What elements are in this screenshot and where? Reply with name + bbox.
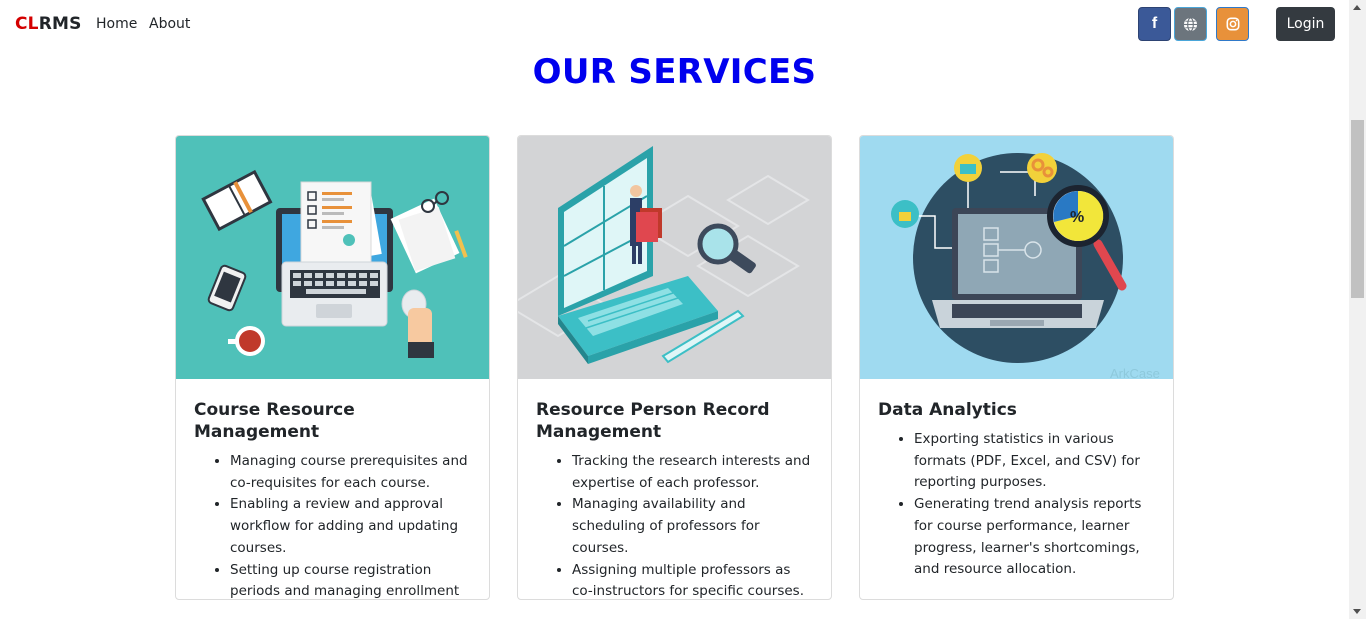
globe-icon bbox=[1183, 16, 1198, 32]
list-item: Assigning multiple professors as co-inst… bbox=[572, 560, 813, 599]
login-button[interactable]: Login bbox=[1276, 7, 1335, 41]
scroll-down-arrow-icon[interactable] bbox=[1353, 609, 1361, 614]
card-title: Course Resource Management bbox=[194, 400, 355, 442]
list-item: Managing course prerequisites and co-req… bbox=[230, 451, 471, 494]
facebook-icon: f bbox=[1151, 15, 1158, 32]
website-button[interactable] bbox=[1174, 7, 1207, 41]
list-item: Managing availability and scheduling of … bbox=[572, 494, 813, 559]
card-feature-list: Tracking the research interests and expe… bbox=[536, 451, 813, 599]
list-item: Setting up course registration periods a… bbox=[230, 560, 471, 599]
list-item: Enabling a review and approval workflow … bbox=[230, 494, 471, 559]
resource-person-illustration bbox=[518, 136, 831, 379]
list-item: Generating trend analysis reports for co… bbox=[914, 494, 1155, 581]
scroll-up-arrow-icon[interactable] bbox=[1353, 5, 1361, 10]
card-title: Data Analytics bbox=[878, 400, 1017, 420]
scroll-thumb[interactable] bbox=[1351, 120, 1364, 298]
nav-home-link[interactable]: Home bbox=[96, 16, 137, 32]
data-analytics-illustration: % ArkCase bbox=[860, 136, 1173, 379]
list-item: Exporting statistics in various formats … bbox=[914, 429, 1155, 494]
nav-about-link[interactable]: About bbox=[149, 16, 190, 32]
brand-logo[interactable]: CLRMS bbox=[15, 14, 82, 34]
brand-rms: RMS bbox=[38, 14, 82, 34]
service-card-data-analytics: % ArkCase Data Analytics Exporting stati… bbox=[859, 135, 1174, 600]
instagram-icon bbox=[1226, 17, 1239, 31]
section-title: OUR SERVICES bbox=[532, 52, 817, 92]
page-scrollbar[interactable] bbox=[1349, 0, 1366, 619]
list-item: Tracking the research interests and expe… bbox=[572, 451, 813, 494]
card-feature-list: Exporting statistics in various formats … bbox=[878, 429, 1155, 581]
service-card-course-resource: Course Resource Management Managing cour… bbox=[175, 135, 490, 600]
card-title: Resource Person Record Management bbox=[536, 400, 770, 442]
arkcase-watermark: ArkCase bbox=[1110, 366, 1160, 379]
navbar: CLRMS Home About f Login bbox=[0, 0, 1349, 48]
facebook-button[interactable]: f bbox=[1138, 7, 1171, 41]
card-feature-list: Managing course prerequisites and co-req… bbox=[194, 451, 471, 599]
service-card-resource-person: Resource Person Record Management Tracki… bbox=[517, 135, 832, 600]
course-resource-illustration bbox=[176, 136, 489, 379]
svg-text:%: % bbox=[1070, 209, 1084, 226]
instagram-button[interactable] bbox=[1216, 7, 1249, 41]
brand-cl: CL bbox=[15, 14, 39, 34]
